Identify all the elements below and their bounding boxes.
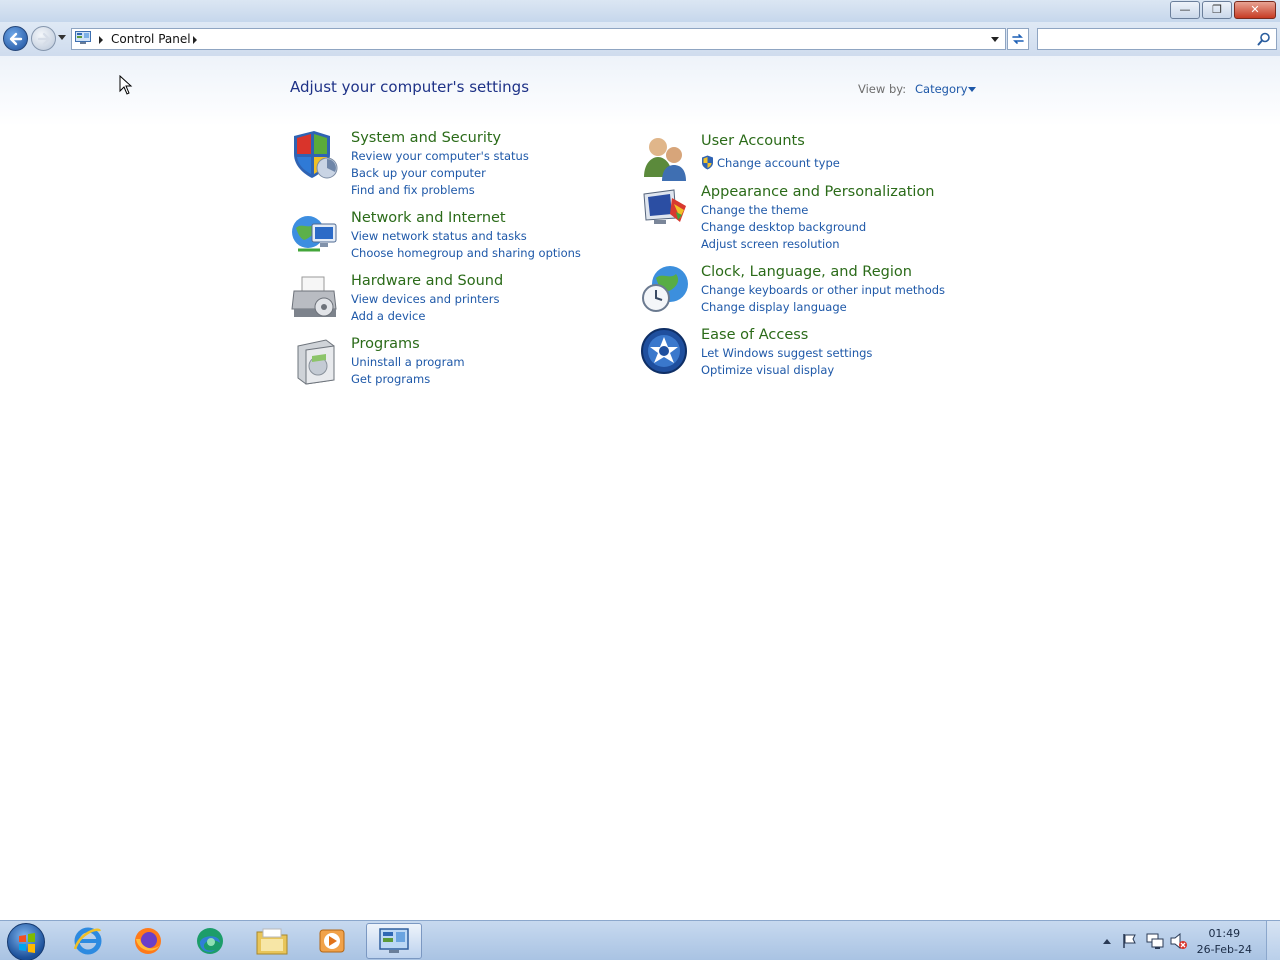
link-suggest-settings[interactable]: Let Windows suggest settings bbox=[701, 346, 872, 360]
action-center-flag-icon[interactable] bbox=[1122, 933, 1138, 949]
link-homegroup[interactable]: Choose homegroup and sharing options bbox=[351, 246, 581, 260]
title-bar: — ❐ ✕ bbox=[0, 0, 1280, 22]
link-optimize-display[interactable]: Optimize visual display bbox=[701, 363, 834, 377]
taskbar-edge[interactable] bbox=[182, 923, 238, 959]
taskbar-file-explorer[interactable] bbox=[244, 923, 300, 959]
search-box[interactable] bbox=[1037, 28, 1277, 50]
category-title-appearance[interactable]: Appearance and Personalization bbox=[701, 184, 935, 200]
taskbar-firefox[interactable] bbox=[120, 923, 176, 959]
edge-icon bbox=[197, 928, 223, 954]
clock-time: 01:49 bbox=[1208, 927, 1241, 940]
internet-explorer-icon bbox=[73, 927, 102, 955]
control-panel-icon bbox=[75, 31, 91, 44]
search-icon[interactable] bbox=[1257, 32, 1271, 46]
show-hidden-icons-icon[interactable] bbox=[1103, 938, 1111, 944]
category-title-system-and-security[interactable]: System and Security bbox=[351, 130, 501, 146]
category-title-network-and-internet[interactable]: Network and Internet bbox=[351, 210, 506, 226]
back-arrow-icon bbox=[9, 32, 23, 46]
link-find-fix-problems[interactable]: Find and fix problems bbox=[351, 183, 475, 197]
taskbar-media-player[interactable] bbox=[304, 923, 360, 959]
link-uninstall-program[interactable]: Uninstall a program bbox=[351, 355, 465, 369]
forward-arrow-icon bbox=[37, 32, 51, 46]
address-dropdown-icon[interactable] bbox=[991, 37, 999, 42]
category-title-clock-language-region[interactable]: Clock, Language, and Region bbox=[701, 264, 912, 280]
link-screen-resolution[interactable]: Adjust screen resolution bbox=[701, 237, 840, 251]
shield-icon[interactable] bbox=[290, 130, 340, 180]
recent-pages-dropdown[interactable] bbox=[58, 35, 66, 40]
printer-icon[interactable] bbox=[290, 273, 340, 323]
windows-logo-icon bbox=[19, 933, 35, 953]
media-player-icon bbox=[319, 929, 345, 953]
file-explorer-icon bbox=[256, 928, 288, 955]
navigation-bar: Control Panel bbox=[0, 22, 1280, 56]
taskbar: 01:49 26-Feb-24 bbox=[0, 920, 1280, 960]
uac-shield-icon bbox=[702, 155, 713, 170]
clock-date: 26-Feb-24 bbox=[1196, 943, 1252, 956]
breadcrumb-control-panel[interactable]: Control Panel bbox=[111, 32, 191, 46]
link-change-theme[interactable]: Change the theme bbox=[701, 203, 808, 217]
view-by-label: View by: bbox=[858, 82, 907, 96]
mouse-cursor-icon bbox=[119, 75, 133, 95]
programs-box-icon[interactable] bbox=[290, 336, 340, 386]
address-bar[interactable]: Control Panel bbox=[71, 28, 1006, 50]
system-tray: 01:49 26-Feb-24 bbox=[1080, 921, 1280, 960]
clock[interactable]: 01:49 26-Feb-24 bbox=[1197, 926, 1252, 958]
chevron-down-icon[interactable] bbox=[968, 87, 976, 92]
back-button[interactable] bbox=[3, 26, 28, 51]
link-change-background[interactable]: Change desktop background bbox=[701, 220, 866, 234]
breadcrumb-separator-icon[interactable] bbox=[99, 36, 103, 44]
link-devices-printers[interactable]: View devices and printers bbox=[351, 292, 499, 306]
volume-muted-icon[interactable] bbox=[1170, 933, 1188, 949]
category-title-ease-of-access[interactable]: Ease of Access bbox=[701, 327, 808, 343]
category-title-hardware-and-sound[interactable]: Hardware and Sound bbox=[351, 273, 503, 289]
show-desktop-button[interactable] bbox=[1266, 921, 1280, 960]
link-add-device[interactable]: Add a device bbox=[351, 309, 425, 323]
link-review-status[interactable]: Review your computer's status bbox=[351, 149, 529, 163]
restore-button[interactable]: ❐ bbox=[1202, 1, 1232, 19]
link-back-up[interactable]: Back up your computer bbox=[351, 166, 486, 180]
close-button[interactable]: ✕ bbox=[1234, 1, 1276, 19]
monitor-paint-icon[interactable] bbox=[640, 184, 690, 234]
category-title-programs[interactable]: Programs bbox=[351, 336, 420, 352]
link-change-keyboards[interactable]: Change keyboards or other input methods bbox=[701, 283, 945, 297]
link-change-account-type[interactable]: Change account type bbox=[717, 156, 840, 170]
taskbar-control-panel[interactable] bbox=[366, 923, 422, 959]
breadcrumb-separator-icon[interactable] bbox=[193, 36, 197, 44]
network-globe-icon[interactable] bbox=[290, 210, 340, 260]
control-panel-icon bbox=[379, 928, 409, 953]
firefox-icon bbox=[135, 928, 161, 954]
content-pane: Adjust your computer's settings View by:… bbox=[0, 56, 1280, 920]
search-input[interactable] bbox=[1042, 31, 1252, 49]
link-network-status[interactable]: View network status and tasks bbox=[351, 229, 527, 243]
minimize-button[interactable]: — bbox=[1170, 1, 1200, 19]
users-icon[interactable] bbox=[640, 133, 690, 183]
page-title: Adjust your computer's settings bbox=[290, 78, 530, 96]
forward-button[interactable] bbox=[31, 26, 56, 51]
taskbar-internet-explorer[interactable] bbox=[60, 923, 116, 959]
refresh-button[interactable] bbox=[1007, 28, 1029, 50]
clock-globe-icon[interactable] bbox=[640, 264, 690, 314]
start-button[interactable] bbox=[7, 923, 45, 960]
refresh-icon bbox=[1012, 34, 1024, 44]
ease-of-access-icon[interactable] bbox=[640, 327, 690, 377]
view-by-dropdown[interactable]: Category bbox=[915, 82, 968, 96]
link-display-language[interactable]: Change display language bbox=[701, 300, 847, 314]
window-controls: — ❐ ✕ bbox=[1168, 1, 1276, 19]
link-get-programs[interactable]: Get programs bbox=[351, 372, 430, 386]
category-title-user-accounts[interactable]: User Accounts bbox=[701, 133, 805, 149]
network-status-icon[interactable] bbox=[1146, 933, 1164, 949]
